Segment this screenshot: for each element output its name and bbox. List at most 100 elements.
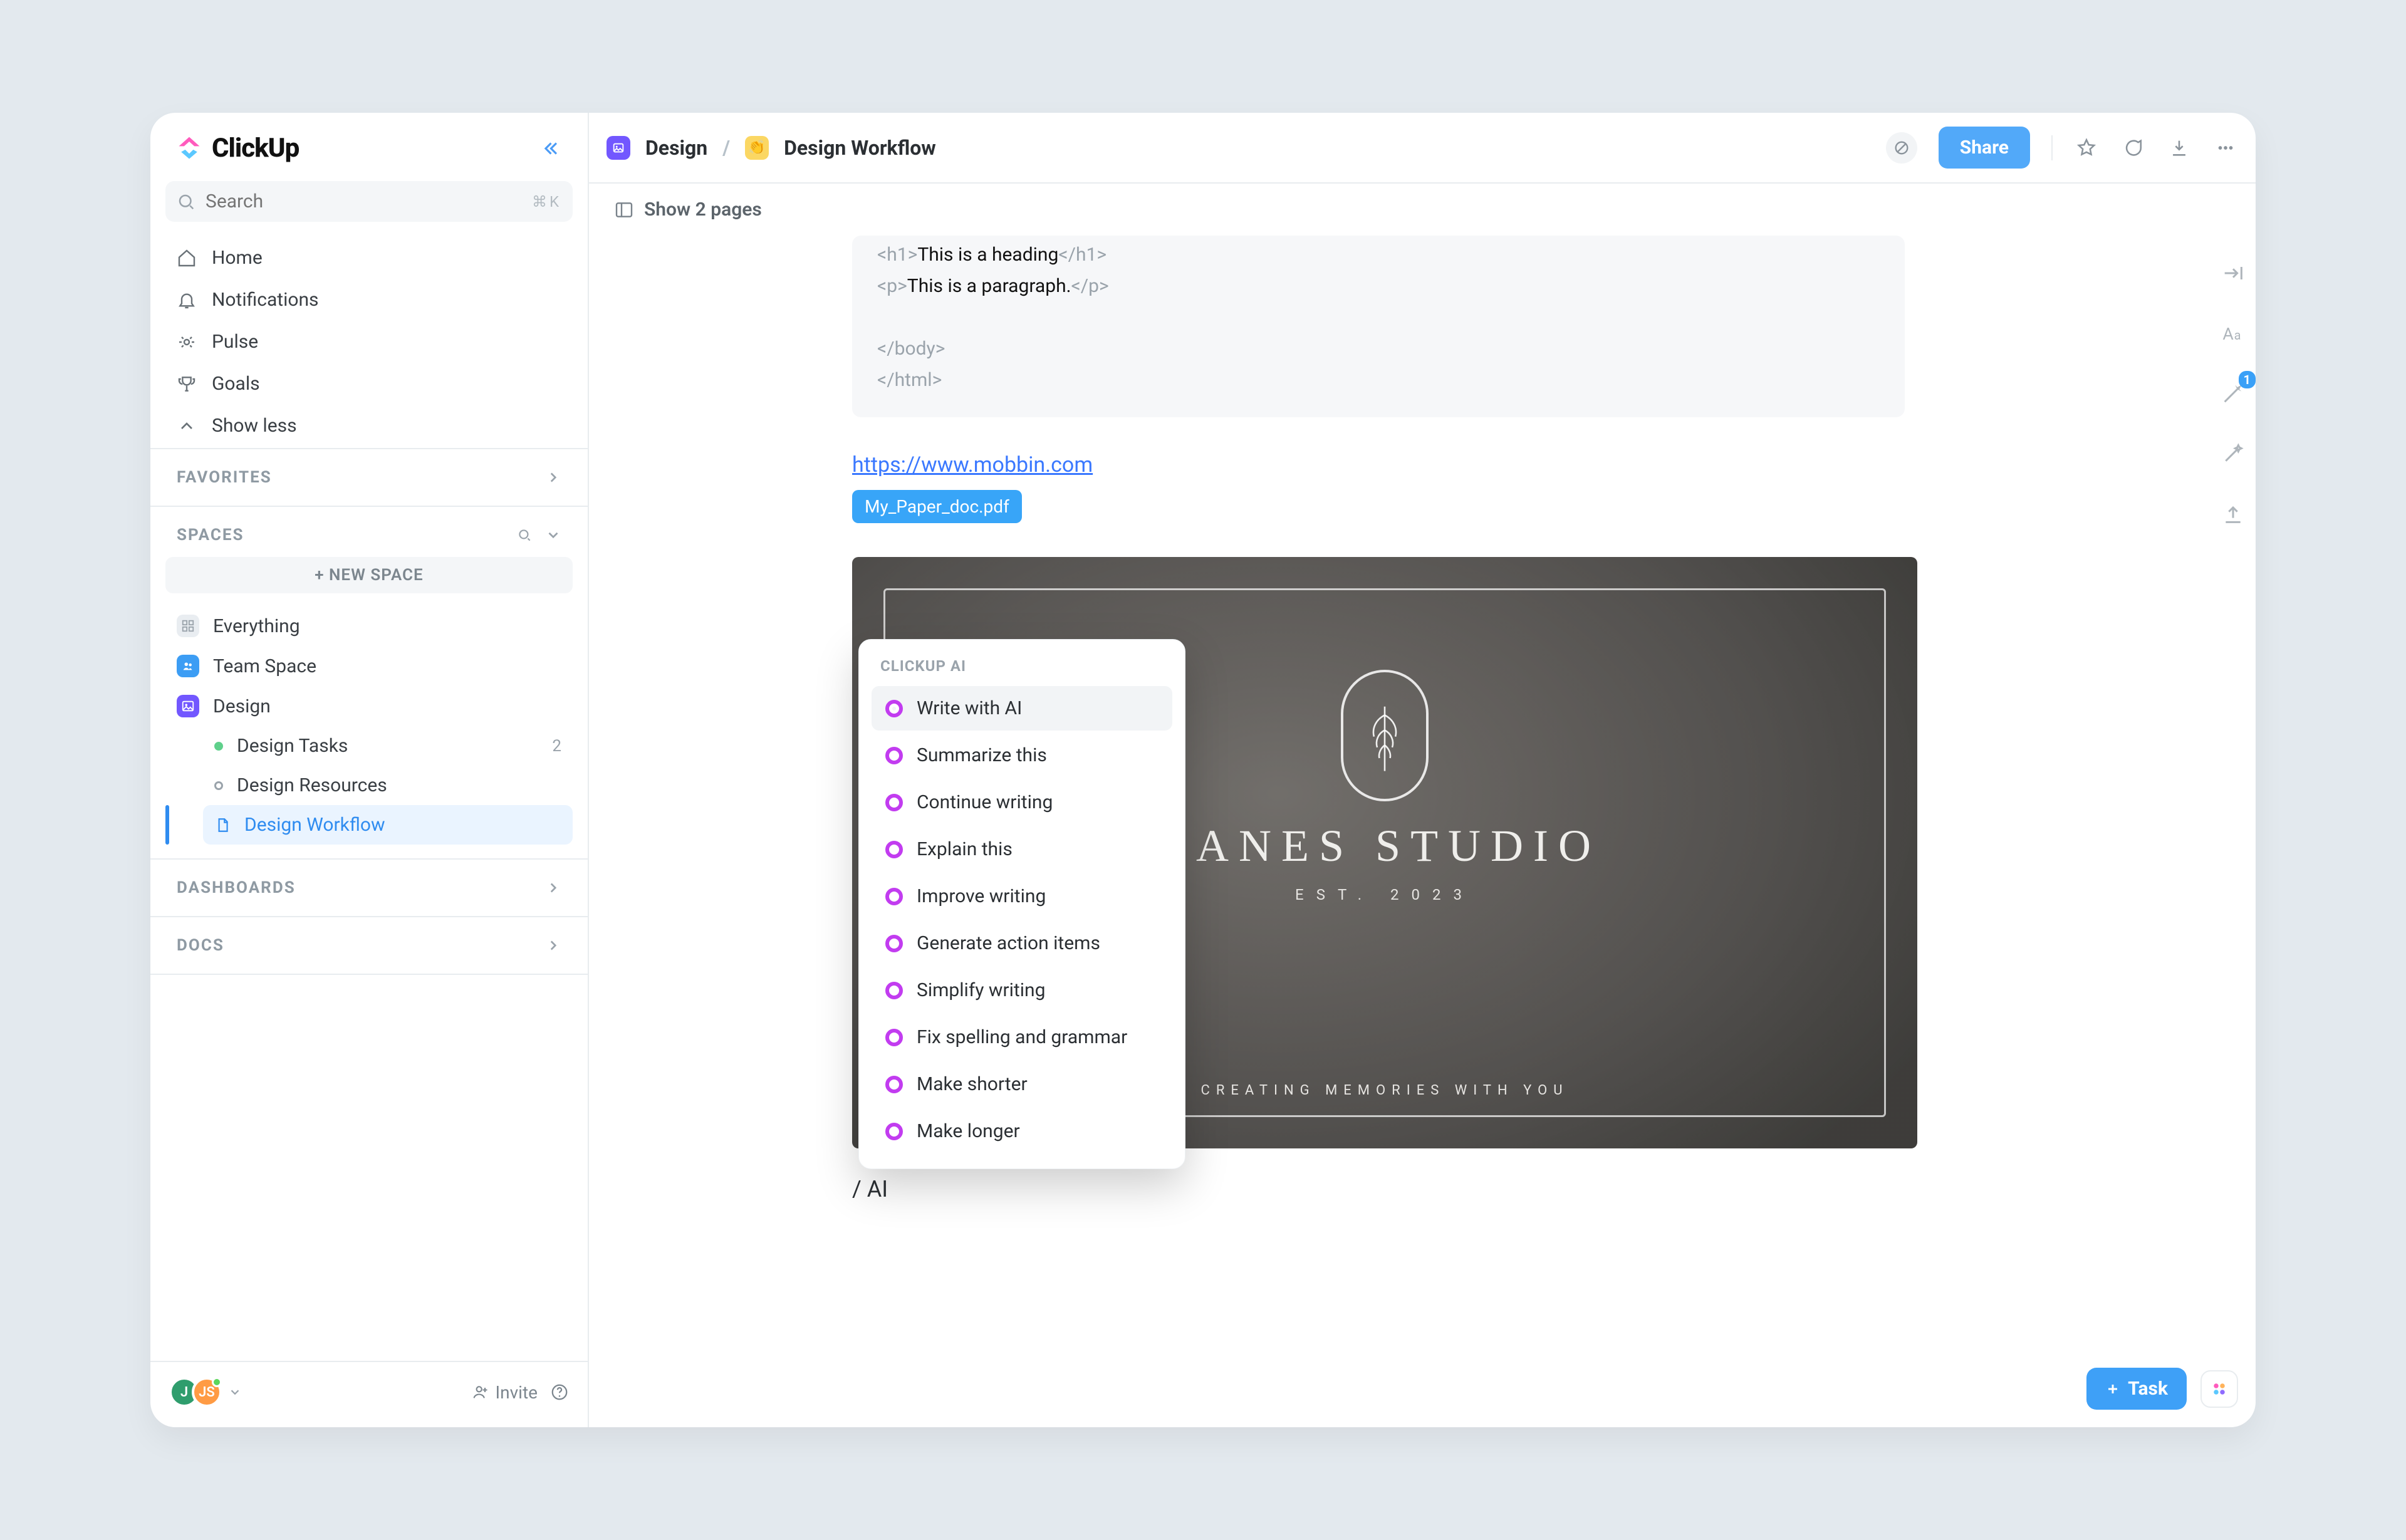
image-tagline: CREATING MEMORIES WITH YOU <box>1201 1083 1569 1098</box>
ai-item-longer[interactable]: Make longer <box>872 1109 1172 1153</box>
doc-content: <h1>This is a heading</h1> <p>This is a … <box>589 236 2256 1202</box>
ai-item-explain[interactable]: Explain this <box>872 827 1172 871</box>
download-icon[interactable] <box>2167 135 2192 160</box>
space-everything[interactable]: Everything <box>165 606 573 646</box>
crumb-page[interactable]: Design Workflow <box>784 136 936 160</box>
code-tag: </body> <box>877 338 945 360</box>
nav-pulse[interactable]: Pulse <box>165 322 573 362</box>
ai-menu: CLICKUP AI Write with AI Summarize this … <box>858 639 1185 1169</box>
block-icon[interactable] <box>1886 132 1917 164</box>
new-task-button[interactable]: Task <box>2086 1368 2187 1410</box>
ai-item-label: Generate action items <box>917 932 1100 954</box>
plus-icon <box>2105 1381 2120 1397</box>
search-field[interactable] <box>204 190 532 213</box>
right-rail: Aa 1 <box>2217 257 2249 530</box>
ai-item-icon <box>885 1029 903 1046</box>
typography-icon[interactable]: Aa <box>2217 317 2249 350</box>
slash-command-text[interactable]: / AI <box>852 1176 2256 1202</box>
ai-item-icon <box>885 888 903 905</box>
ai-item-label: Explain this <box>917 838 1013 860</box>
favorites-header[interactable]: FAVORITES <box>165 463 573 492</box>
search-input[interactable]: ⌘K <box>165 181 573 222</box>
spaces-header: SPACES <box>165 521 573 549</box>
comments-icon[interactable] <box>2120 135 2145 160</box>
tree-design-workflow[interactable]: Design Workflow <box>203 805 573 845</box>
invite-button[interactable]: Invite <box>472 1382 538 1403</box>
ai-item-shorter[interactable]: Make shorter <box>872 1062 1172 1106</box>
nav-notifications[interactable]: Notifications <box>165 280 573 320</box>
ai-item-spelling[interactable]: Fix spelling and grammar <box>872 1015 1172 1059</box>
bell-icon <box>177 290 197 310</box>
tree-count: 2 <box>552 737 561 756</box>
tree-design-resources[interactable]: Design Resources <box>203 766 573 805</box>
nav-goals[interactable]: Goals <box>165 364 573 403</box>
ai-item-label: Improve writing <box>917 885 1046 907</box>
ai-item-label: Make longer <box>917 1120 1020 1142</box>
design-tree: Design Tasks 2 Design Resources Design W… <box>165 726 573 845</box>
app-logo[interactable]: ClickUp <box>175 133 299 164</box>
dashboards-header[interactable]: DASHBOARDS <box>165 873 573 902</box>
ai-item-continue[interactable]: Continue writing <box>872 780 1172 825</box>
workspace-avatars[interactable]: J JS <box>169 1377 242 1407</box>
code-tag: </html> <box>877 369 942 391</box>
tree-design-tasks[interactable]: Design Tasks 2 <box>203 726 573 766</box>
space-design[interactable]: Design <box>165 686 573 726</box>
upload-icon[interactable] <box>2217 497 2249 530</box>
subheader[interactable]: Show 2 pages <box>589 184 2256 236</box>
code-tag: <h1> <box>877 244 917 266</box>
chevron-right-icon <box>545 469 561 486</box>
collapse-sidebar-icon[interactable] <box>538 136 563 161</box>
chevron-down-icon[interactable] <box>228 1385 242 1399</box>
crumb-space[interactable]: Design <box>645 136 707 160</box>
ai-item-actions[interactable]: Generate action items <box>872 921 1172 965</box>
code-text: This is a heading <box>917 244 1058 266</box>
space-team-label: Team Space <box>213 655 316 677</box>
ai-item-improve[interactable]: Improve writing <box>872 874 1172 918</box>
code-text: This is a paragraph. <box>907 275 1071 297</box>
file-chip[interactable]: My_Paper_doc.pdf <box>852 490 1022 523</box>
code-block[interactable]: <h1>This is a heading</h1> <p>This is a … <box>852 236 1905 417</box>
sidebar: ClickUp ⌘K Home Notifications Pulse Goal… <box>150 113 589 1427</box>
ai-item-simplify[interactable]: Simplify writing <box>872 968 1172 1012</box>
spaces-search-icon[interactable] <box>516 527 533 543</box>
image-title: JANES STUDIO <box>1169 820 1601 872</box>
indent-icon[interactable] <box>2217 257 2249 289</box>
nav-showless[interactable]: Show less <box>165 406 573 445</box>
avatar-initial: JS <box>199 1385 215 1400</box>
app-frame: ClickUp ⌘K Home Notifications Pulse Goal… <box>150 113 2256 1427</box>
sidebar-header: ClickUp <box>150 113 588 175</box>
primary-nav: Home Notifications Pulse Goals Show less <box>150 236 588 448</box>
nav-home[interactable]: Home <box>165 238 573 278</box>
ai-item-icon <box>885 1123 903 1140</box>
grid-icon <box>177 615 199 637</box>
favorites-label: FAVORITES <box>177 468 272 487</box>
share-button[interactable]: Share <box>1939 127 2030 169</box>
docs-label: DOCS <box>177 936 224 955</box>
more-icon[interactable] <box>2213 135 2238 160</box>
spaces-label: SPACES <box>177 526 244 544</box>
sidebar-panel-icon <box>614 200 634 220</box>
invite-label: Invite <box>496 1382 538 1403</box>
help-icon[interactable] <box>550 1383 569 1402</box>
apps-button[interactable] <box>2200 1370 2238 1408</box>
ai-item-summarize[interactable]: Summarize this <box>872 733 1172 778</box>
dashboards-section: DASHBOARDS <box>150 858 588 916</box>
dashboards-label: DASHBOARDS <box>177 878 296 897</box>
clickup-logo-icon <box>175 135 203 162</box>
docs-header[interactable]: DOCS <box>165 931 573 960</box>
ai-rail-icon[interactable]: 1 <box>2217 377 2249 410</box>
ai-item-write[interactable]: Write with AI <box>872 686 1172 731</box>
magic-icon[interactable] <box>2217 437 2249 470</box>
ai-item-icon <box>885 841 903 858</box>
avatar-initial: J <box>180 1385 188 1400</box>
tree-design-workflow-label: Design Workflow <box>244 814 385 836</box>
top-actions: Share <box>1886 127 2238 169</box>
code-tag: <p> <box>877 275 907 297</box>
favorite-icon[interactable] <box>2074 135 2099 160</box>
doc-link[interactable]: https://www.mobbin.com <box>852 452 1093 477</box>
code-tag: </h1> <box>1058 244 1107 266</box>
new-space-button[interactable]: + NEW SPACE <box>165 557 573 593</box>
space-team[interactable]: Team Space <box>165 646 573 686</box>
chevron-down-icon[interactable] <box>545 527 561 543</box>
status-dot-icon <box>214 742 223 751</box>
